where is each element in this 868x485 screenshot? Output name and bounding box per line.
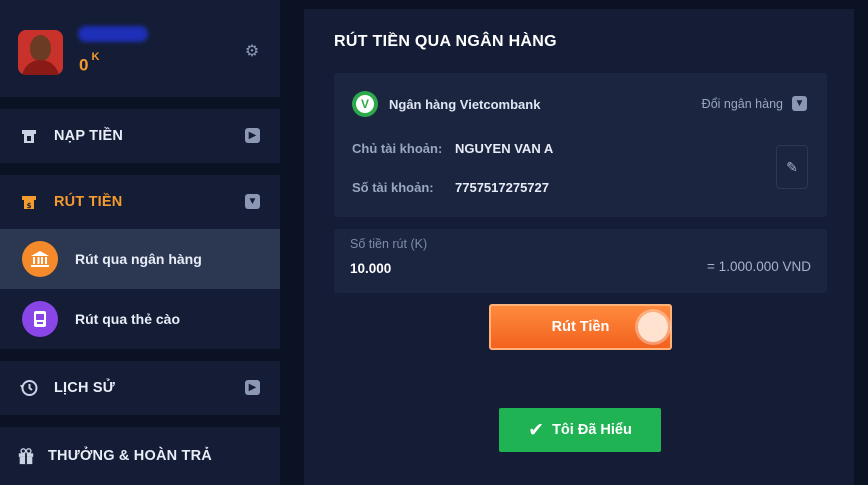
nav-rewards-label: THƯỞNG & HOÀN TRẢ (48, 448, 212, 464)
nav-withdraw[interactable]: $ RÚT TIỀN ▼ (0, 175, 280, 229)
chevron-down-icon[interactable]: ▼ (792, 96, 807, 111)
nav-deposit[interactable]: NẠP TIỀN ▶ (0, 109, 280, 163)
click-ripple (638, 312, 668, 342)
gear-icon[interactable]: ⚙ (244, 44, 260, 60)
amount-input[interactable]: 10.000 (350, 261, 391, 276)
bank-icon (22, 241, 58, 277)
withdraw-button-label: Rút Tiền (551, 319, 610, 335)
sub-item-bank-label: Rút qua ngân hàng (75, 251, 202, 267)
svg-text:$: $ (27, 202, 32, 210)
nav-history-label: LỊCH SỬ (54, 380, 115, 396)
check-icon: ✔ (528, 419, 545, 441)
account-label: Số tài khoản: (352, 180, 434, 195)
nav-rewards[interactable]: THƯỞNG & HOÀN TRẢ (0, 427, 280, 485)
balance-unit: K (91, 51, 100, 63)
history-icon (20, 379, 38, 397)
card-icon (22, 301, 58, 337)
holder-value: NGUYEN VAN A (455, 141, 554, 156)
ok-button[interactable]: ✔ Tôi Đã Hiểu (499, 408, 661, 452)
balance: 0K (79, 51, 99, 76)
withdraw-panel: RÚT TIỀN QUA NGÂN HÀNG V Ngân hàng Vietc… (304, 9, 854, 485)
bank-name: Ngân hàng Vietcombank (389, 97, 541, 112)
pencil-icon: ✎ (786, 158, 798, 175)
amount-converted: = 1.000.000 VND (707, 259, 811, 274)
profile-card: username 0K ⚙ (0, 0, 280, 97)
change-bank-link[interactable]: Đổi ngân hàng (702, 97, 783, 111)
sub-item-card-label: Rút qua thẻ cào (75, 311, 181, 327)
sub-item-bank[interactable]: Rút qua ngân hàng (0, 229, 280, 289)
deposit-icon (20, 127, 38, 145)
holder-label: Chủ tài khoản: (352, 141, 443, 156)
nav-deposit-label: NẠP TIỀN (54, 128, 124, 144)
amount-field[interactable]: Số tiền rút (K) 10.000 = 1.000.000 VND (334, 229, 827, 293)
sub-item-card[interactable]: Rút qua thẻ cào (0, 289, 280, 349)
avatar[interactable] (18, 30, 63, 75)
gift-icon (17, 447, 35, 465)
chevron-right-icon: ▶ (245, 380, 260, 395)
sidebar: username 0K ⚙ NẠP TIỀN ▶ $ RÚT TIỀN ▼ Rú… (0, 0, 280, 485)
nav-history[interactable]: LỊCH SỬ ▶ (0, 361, 280, 415)
chevron-right-icon: ▶ (245, 128, 260, 143)
vietcombank-logo-icon: V (352, 91, 378, 117)
balance-value: 0 (79, 55, 89, 75)
username: username (78, 26, 148, 42)
ok-button-label: Tôi Đã Hiểu (552, 422, 632, 438)
withdraw-button[interactable]: Rút Tiền (489, 304, 672, 350)
amount-label: Số tiền rút (K) (350, 237, 428, 251)
page-title: RÚT TIỀN QUA NGÂN HÀNG (334, 33, 557, 50)
withdraw-icon: $ (20, 193, 38, 211)
nav-withdraw-label: RÚT TIỀN (54, 194, 123, 210)
bank-card: V Ngân hàng Vietcombank Đổi ngân hàng ▼ … (334, 73, 827, 217)
edit-account-button[interactable]: ✎ (776, 145, 808, 189)
account-value: 7757517275727 (455, 180, 549, 195)
chevron-down-icon: ▼ (245, 194, 260, 209)
